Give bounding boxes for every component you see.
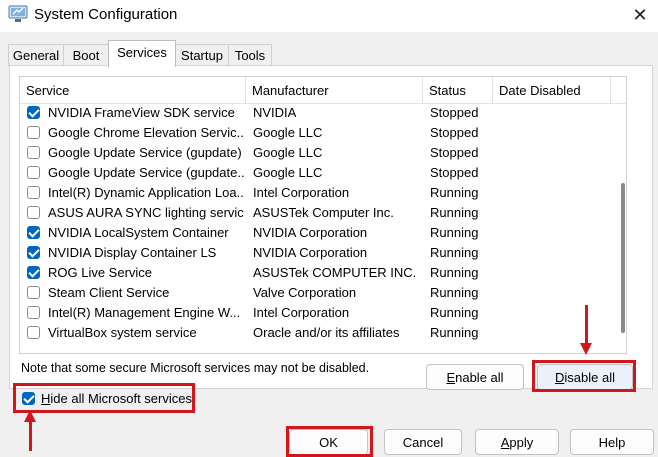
cancel-button[interactable]: Cancel [384,429,462,455]
service-manufacturer: Google LLC [253,165,323,180]
service-name: ROG Live Service [48,265,153,280]
scrollbar-thumb[interactable] [621,183,625,333]
enable-all-label: nable all [455,370,504,385]
service-manufacturer: Intel Corporation [253,305,350,320]
service-name: Google Update Service (gupdate) [48,145,242,160]
enable-all-mnemonic: E [446,370,456,385]
disable-all-mnemonic: D [555,370,565,385]
table-row[interactable]: NVIDIA Display Container LS NVIDIA Corpor… [20,243,626,263]
service-status: Stopped [430,105,479,120]
title-bar: System Configuration ✕ [0,0,658,32]
service-checkbox[interactable] [27,146,40,159]
table-row[interactable]: VirtualBox system service Oracle and/or i… [20,323,626,343]
help-button[interactable]: Help [570,429,654,455]
service-checkbox[interactable] [27,226,40,239]
service-status: Stopped [430,145,479,160]
services-list[interactable]: Service Manufacturer Status Date Disable… [19,76,627,354]
table-row[interactable]: Google Update Service (gupdate... Google … [20,163,626,183]
ok-button[interactable]: OK [289,429,368,455]
service-status: Stopped [430,125,479,140]
column-manufacturer[interactable]: Manufacturer [246,77,423,103]
table-row[interactable]: Intel(R) Dynamic Application Loa... Intel… [20,183,626,203]
service-checkbox[interactable] [27,326,40,339]
service-name: VirtualBox system service [48,325,197,340]
column-service[interactable]: Service [20,77,246,103]
table-row[interactable]: Google Update Service (gupdate) Google LL… [20,143,626,163]
service-status: Running [430,245,479,260]
service-manufacturer: NVIDIA [253,105,297,120]
hide-ms-arrow-shaft [29,421,32,451]
hide-ms-label: Hide all Microsoft services [41,391,192,406]
service-manufacturer: ASUSTek Computer Inc. [253,205,394,220]
service-checkbox[interactable] [27,266,40,279]
service-status: Running [430,325,479,340]
service-name: Intel(R) Dynamic Application Loa... [48,185,244,200]
service-name: Google Chrome Elevation Servic... [48,125,244,140]
service-status: Running [430,265,479,280]
service-checkbox[interactable] [27,306,40,319]
service-checkbox[interactable] [27,246,40,259]
disable-all-label: isable all [564,370,615,385]
service-name: ASUS AURA SYNC lighting service [48,205,244,220]
table-row[interactable]: ASUS AURA SYNC lighting service ASUSTek C… [20,203,626,223]
service-manufacturer: NVIDIA Corporation [253,225,368,240]
service-rows: NVIDIA FrameView SDK service NVIDIA Stoppe… [20,103,626,343]
list-scrollbar[interactable] [618,77,626,353]
service-checkbox[interactable] [27,166,40,179]
service-status: Running [430,205,479,220]
service-manufacturer: Google LLC [253,125,323,140]
window-title: System Configuration [34,6,178,23]
close-button[interactable]: ✕ [622,0,658,30]
tab-services[interactable]: Services [108,40,176,67]
service-manufacturer: Oracle and/or its affiliates [253,325,400,340]
service-name: NVIDIA Display Container LS [48,245,217,260]
service-checkbox[interactable] [27,186,40,199]
service-name: Intel(R) Management Engine W... [48,305,241,320]
table-row[interactable]: Google Chrome Elevation Servic... Google … [20,123,626,143]
column-status[interactable]: Status [423,77,493,103]
service-status: Running [430,285,479,300]
disable-arrow-head [580,343,592,355]
hide-ms-checkbox[interactable] [22,392,35,405]
service-status: Stopped [430,165,479,180]
disable-arrow-shaft [585,305,588,345]
apply-button[interactable]: Apply [475,429,559,455]
security-note: Note that some secure Microsoft services… [21,361,370,375]
tab-general[interactable]: General [8,44,64,66]
table-row[interactable]: Steam Client Service Valve Corporation Run… [20,283,626,303]
service-checkbox[interactable] [27,206,40,219]
enable-all-button[interactable]: Enable all [426,364,524,390]
table-row[interactable]: Intel(R) Management Engine W... Intel Cor… [20,303,626,323]
column-date-disabled[interactable]: Date Disabled [493,77,611,103]
service-manufacturer: Intel Corporation [253,185,350,200]
service-checkbox[interactable] [27,126,40,139]
table-row[interactable]: NVIDIA LocalSystem Container NVIDIA Corpo… [20,223,626,243]
table-row[interactable]: ROG Live Service ASUSTek COMPUTER INC. Run… [20,263,626,283]
service-checkbox[interactable] [27,106,40,119]
system-config-icon [8,5,28,22]
service-manufacturer: Valve Corporation [253,285,357,300]
service-name: NVIDIA LocalSystem Container [48,225,229,240]
service-name: NVIDIA FrameView SDK service [48,105,235,120]
service-manufacturer: NVIDIA Corporation [253,245,368,260]
service-manufacturer: Google LLC [253,145,323,160]
tab-tools[interactable]: Tools [228,44,272,66]
service-name: Steam Client Service [48,285,170,300]
list-header: Service Manufacturer Status Date Disable… [20,77,626,104]
service-manufacturer: ASUSTek COMPUTER INC. [253,265,417,280]
service-status: Running [430,305,479,320]
disable-all-button[interactable]: Disable all [537,364,633,390]
tab-boot[interactable]: Boot [63,44,109,66]
close-icon: ✕ [632,5,648,25]
service-status: Running [430,185,479,200]
service-status: Running [430,225,479,240]
apply-label: pply [509,435,534,450]
service-checkbox[interactable] [27,286,40,299]
service-name: Google Update Service (gupdate... [48,165,244,180]
table-row[interactable]: NVIDIA FrameView SDK service NVIDIA Stoppe… [20,103,626,123]
tab-startup[interactable]: Startup [175,44,229,66]
